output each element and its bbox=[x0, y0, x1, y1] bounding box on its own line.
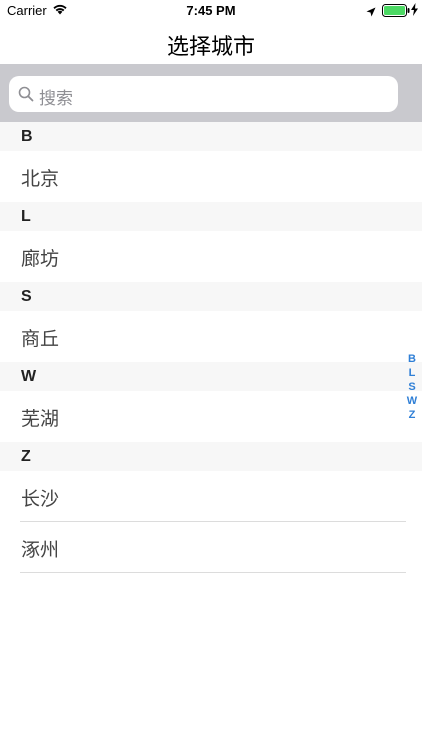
section-letter: W bbox=[21, 368, 37, 385]
index-letter-s[interactable]: S bbox=[408, 380, 415, 394]
search-placeholder: 搜索 bbox=[39, 89, 73, 109]
charging-icon bbox=[411, 3, 418, 19]
city-cell[interactable]: 北京 bbox=[0, 151, 422, 202]
section-index-bar[interactable]: B L S W Z bbox=[406, 352, 418, 422]
section-letter: S bbox=[21, 288, 32, 305]
navigation-bar: 选择城市 bbox=[0, 22, 422, 64]
section-header-s: S bbox=[0, 282, 422, 311]
city-name: 北京 bbox=[21, 168, 60, 190]
status-time: 7:45 PM bbox=[186, 3, 236, 18]
search-icon bbox=[18, 86, 34, 106]
city-name: 芜湖 bbox=[21, 408, 60, 430]
search-input[interactable]: 搜索 bbox=[9, 76, 398, 112]
index-letter-z[interactable]: Z bbox=[409, 408, 416, 422]
section-header-w: W bbox=[0, 362, 422, 391]
city-cell[interactable]: 廊坊 bbox=[0, 231, 422, 282]
city-list[interactable]: B 北京 L 廊坊 S 商丘 W 芜湖 Z 长沙 涿州 bbox=[0, 122, 422, 573]
city-name: 廊坊 bbox=[21, 248, 60, 270]
section-header-l: L bbox=[0, 202, 422, 231]
city-cell[interactable]: 长沙 bbox=[0, 471, 422, 522]
section-header-z: Z bbox=[0, 442, 422, 471]
section-letter: B bbox=[21, 128, 33, 145]
city-cell[interactable]: 芜湖 bbox=[0, 391, 422, 442]
index-letter-w[interactable]: W bbox=[407, 394, 417, 408]
location-icon bbox=[366, 5, 376, 20]
index-letter-l[interactable]: L bbox=[409, 366, 416, 380]
city-name: 商丘 bbox=[21, 328, 60, 350]
city-cell[interactable]: 商丘 bbox=[0, 311, 422, 362]
city-cell[interactable]: 涿州 bbox=[0, 522, 422, 573]
search-bar: 搜索 bbox=[0, 64, 422, 122]
page-title: 选择城市 bbox=[166, 35, 255, 60]
city-name: 长沙 bbox=[21, 488, 60, 510]
section-letter: Z bbox=[21, 448, 31, 465]
index-letter-b[interactable]: B bbox=[408, 352, 416, 366]
city-name: 涿州 bbox=[21, 539, 60, 561]
section-letter: L bbox=[21, 208, 31, 225]
section-header-b: B bbox=[0, 122, 422, 151]
status-bar: Carrier 7:45 PM bbox=[0, 0, 422, 22]
city-picker-screen: Carrier 7:45 PM 选择城市 搜索 B 北京 L 廊坊 S 商丘 W… bbox=[0, 0, 422, 750]
battery-icon bbox=[382, 4, 410, 20]
